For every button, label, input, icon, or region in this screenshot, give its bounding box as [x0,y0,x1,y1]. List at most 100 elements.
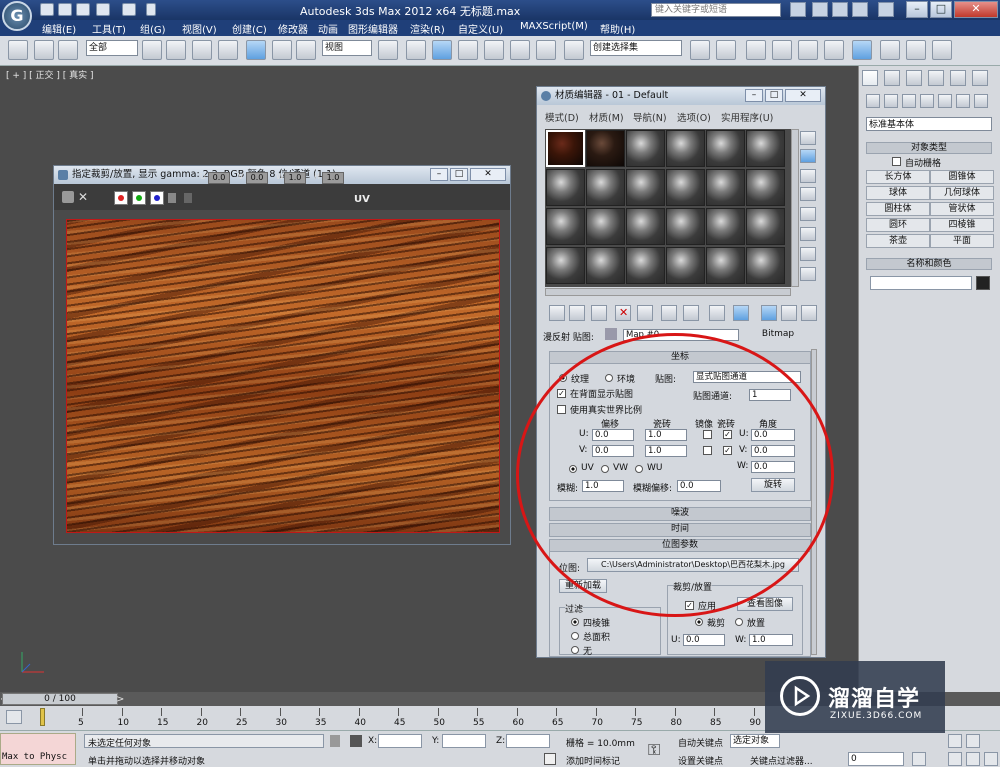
select-manipulate-icon[interactable] [406,40,426,60]
menu-rendering[interactable]: 渲染(R) [410,21,445,36]
time-header[interactable]: 时间 [550,524,810,536]
help-icon[interactable] [878,2,894,17]
systems-icon[interactable] [974,94,988,108]
cameras-icon[interactable] [920,94,934,108]
crop-u-spinner[interactable]: 0.0 [683,634,725,646]
put-to-library-icon[interactable] [661,305,677,321]
u-tile-checkbox[interactable]: ✓ [723,430,732,439]
slots-scrollbar[interactable] [791,129,799,287]
params-scrollbar[interactable] [811,349,817,655]
render-production-icon[interactable] [932,40,952,60]
close-button[interactable]: ✕ [954,1,998,18]
quick-access-dropdown-icon[interactable] [146,3,156,16]
spinner-snap-icon[interactable] [536,40,556,60]
sample-slot[interactable] [546,169,585,206]
summed-area-radio[interactable] [571,632,579,640]
window-crossing-icon[interactable] [218,40,238,60]
viewer-maximize-button[interactable]: □ [450,168,468,181]
uv-radio[interactable] [569,465,577,473]
sample-slot[interactable] [706,208,745,245]
map-type-button[interactable]: Bitmap [743,328,813,342]
place-radio[interactable] [735,618,743,626]
menu-graph-editors[interactable]: 图形编辑器 [348,21,398,36]
snaps-toggle-icon[interactable] [458,40,478,60]
sample-type-icon[interactable] [800,131,816,145]
bitmap-path-button[interactable]: C:\Users\Administrator\Desktop\巴西花梨木.jpg [587,558,799,572]
h-spinner[interactable]: 1.0 [322,172,344,184]
select-scale-icon[interactable] [296,40,316,60]
communication-icon[interactable] [852,2,868,17]
select-object-icon[interactable] [142,40,162,60]
sample-slot[interactable] [666,208,705,245]
sample-slot[interactable] [746,247,785,284]
sample-slot[interactable] [546,247,585,284]
mated-close-button[interactable]: ✕ [785,89,821,102]
sample-slot[interactable] [706,169,745,206]
background-icon[interactable] [800,169,816,183]
menu-tools[interactable]: 工具(T) [92,21,126,36]
object-name-field[interactable] [870,276,972,290]
set-key-button[interactable]: 设置关键点 [678,754,723,767]
current-frame-field[interactable]: 0 [848,752,904,766]
lights-icon[interactable] [902,94,916,108]
render-setup-icon[interactable] [880,40,900,60]
sample-slot[interactable] [586,169,625,206]
show-shaded-map-icon[interactable] [709,305,725,321]
sample-slot[interactable] [586,247,625,284]
selection-filter-select[interactable]: 全部 [86,40,138,56]
box-button[interactable]: 长方体 [866,170,930,184]
key-filters-button[interactable]: 关键点过滤器... [750,754,813,767]
display-tab-icon[interactable] [950,70,966,86]
v-spinner[interactable]: 0.0 [246,172,268,184]
sample-slot[interactable] [706,247,745,284]
w-spinner[interactable]: 1.0 [284,172,306,184]
menu-modes[interactable]: 模式(D) [545,110,579,124]
hierarchy-tab-icon[interactable] [906,70,922,86]
sample-slot[interactable] [666,247,705,284]
zoom-extents-icon[interactable] [948,734,962,748]
sample-slot[interactable] [706,130,745,167]
v-tiling-spinner[interactable]: 1.0 [645,445,687,457]
select-by-material-icon[interactable] [800,267,816,281]
sample-slot[interactable] [546,208,585,245]
curve-editor-icon[interactable] [798,40,818,60]
v-angle-spinner[interactable]: 0.0 [751,445,795,457]
wood-texture-image[interactable] [66,219,500,533]
assign-to-selection-icon[interactable] [591,305,607,321]
search-input[interactable]: 键入关键字或短语 [651,3,781,17]
reload-button[interactable]: 重新加载 [559,579,607,593]
pivot-center-icon[interactable] [378,40,398,60]
video-color-check-icon[interactable] [800,207,816,221]
show-map-back-checkbox[interactable]: ✓ [557,389,566,398]
rectangular-selection-icon[interactable] [192,40,212,60]
percent-snap-icon[interactable] [510,40,530,60]
sample-slot[interactable] [586,208,625,245]
y-coordinate-field[interactable] [442,734,486,748]
no-filter-radio[interactable] [571,646,579,654]
edit-named-selection-icon[interactable] [564,40,584,60]
rotate-button[interactable]: 旋转 [751,478,795,492]
add-time-tag[interactable]: 添加时间标记 [566,754,620,767]
sample-slot[interactable] [546,130,585,167]
geometry-icon[interactable] [866,94,880,108]
show-end-result-icon[interactable] [733,305,749,321]
schematic-view-icon[interactable] [824,40,844,60]
mirror-icon[interactable] [690,40,710,60]
link-icon[interactable] [8,40,28,60]
keyboard-shortcut-override-icon[interactable] [432,40,452,60]
green-channel-icon[interactable] [132,191,146,205]
viewer-minimize-button[interactable]: – [430,168,448,181]
layer-manager-icon[interactable] [746,40,766,60]
auto-key-select[interactable]: 选定对象 [730,734,780,748]
minimize-button[interactable]: – [906,1,928,18]
menu-views[interactable]: 视图(V) [182,21,217,36]
u-angle-spinner[interactable]: 0.0 [751,429,795,441]
map-name-field[interactable]: Map #0 [623,329,739,341]
alpha-channel-icon[interactable] [168,193,176,203]
make-unique-icon[interactable] [637,305,653,321]
utilities-tab-icon[interactable] [972,70,988,86]
cone-button[interactable]: 圆锥体 [930,170,994,184]
sample-slot[interactable] [626,208,665,245]
redo-icon[interactable] [122,3,136,16]
menu-navigation[interactable]: 导航(N) [633,110,667,124]
